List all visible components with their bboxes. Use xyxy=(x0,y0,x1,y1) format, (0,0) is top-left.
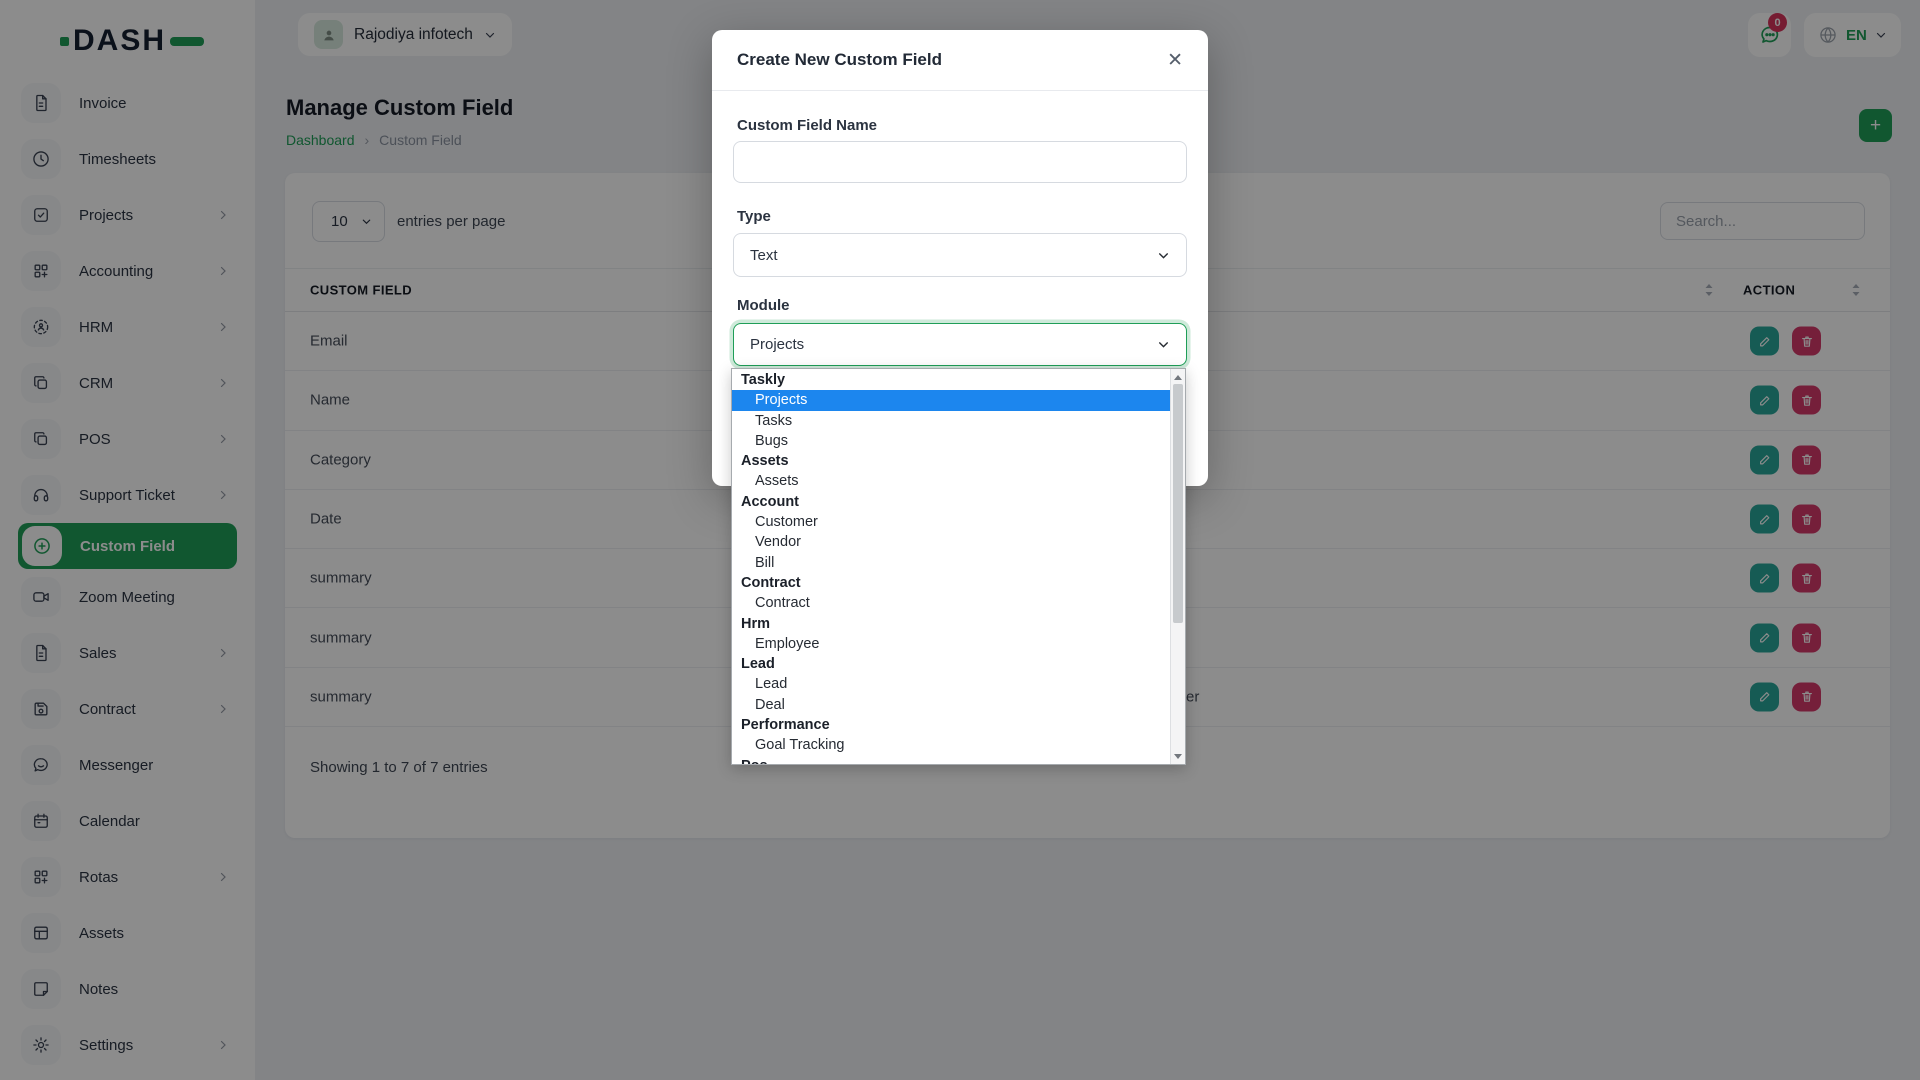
type-label: Type xyxy=(737,208,771,225)
type-select[interactable]: Text xyxy=(733,233,1187,277)
close-icon[interactable]: ✕ xyxy=(1167,51,1183,70)
scrollbar-up-icon[interactable] xyxy=(1171,370,1185,384)
module-select-value: Projects xyxy=(750,336,804,353)
module-label: Module xyxy=(737,297,790,314)
dropdown-option-selected[interactable]: Projects xyxy=(732,390,1170,410)
modal-title: Create New Custom Field xyxy=(737,50,942,70)
module-dropdown-list: Taskly Projects Tasks Bugs Assets Assets… xyxy=(731,368,1186,765)
custom-field-name-label: Custom Field Name xyxy=(737,117,877,134)
type-select-value: Text xyxy=(750,247,778,264)
dropdown-option[interactable]: Vendor xyxy=(732,532,1170,552)
module-select[interactable]: Projects xyxy=(733,323,1187,366)
dropdown-group-label: Taskly xyxy=(732,370,1170,390)
dropdown-option[interactable]: Goal Tracking xyxy=(732,735,1170,755)
dropdown-group-label: Lead xyxy=(732,654,1170,674)
dropdown-group-label: Hrm xyxy=(732,614,1170,634)
dropdown-group-label: Assets xyxy=(732,451,1170,471)
dropdown-group-label: Performance xyxy=(732,715,1170,735)
modal-header: Create New Custom Field ✕ xyxy=(712,30,1208,91)
dropdown-option[interactable]: Bugs xyxy=(732,431,1170,451)
dropdown-option[interactable]: Assets xyxy=(732,471,1170,491)
module-dropdown-options: Taskly Projects Tasks Bugs Assets Assets… xyxy=(732,370,1170,765)
custom-field-name-input[interactable] xyxy=(733,141,1187,183)
dropdown-scrollbar[interactable] xyxy=(1170,369,1185,764)
dropdown-group-label: Contract xyxy=(732,573,1170,593)
scrollbar-down-icon[interactable] xyxy=(1171,749,1185,763)
dropdown-option[interactable]: Tasks xyxy=(732,411,1170,431)
dropdown-option[interactable]: Lead xyxy=(732,674,1170,694)
dropdown-group-label: Account xyxy=(732,492,1170,512)
dropdown-option[interactable]: Employee xyxy=(732,634,1170,654)
dropdown-option[interactable]: Contract xyxy=(732,593,1170,613)
dropdown-option[interactable]: Customer xyxy=(732,512,1170,532)
chevron-down-icon xyxy=(1157,338,1170,351)
dropdown-group-label: Pos xyxy=(732,756,1170,765)
dropdown-option[interactable]: Bill xyxy=(732,553,1170,573)
dropdown-option[interactable]: Deal xyxy=(732,695,1170,715)
chevron-down-icon xyxy=(1157,249,1170,262)
scrollbar-thumb[interactable] xyxy=(1173,384,1183,623)
